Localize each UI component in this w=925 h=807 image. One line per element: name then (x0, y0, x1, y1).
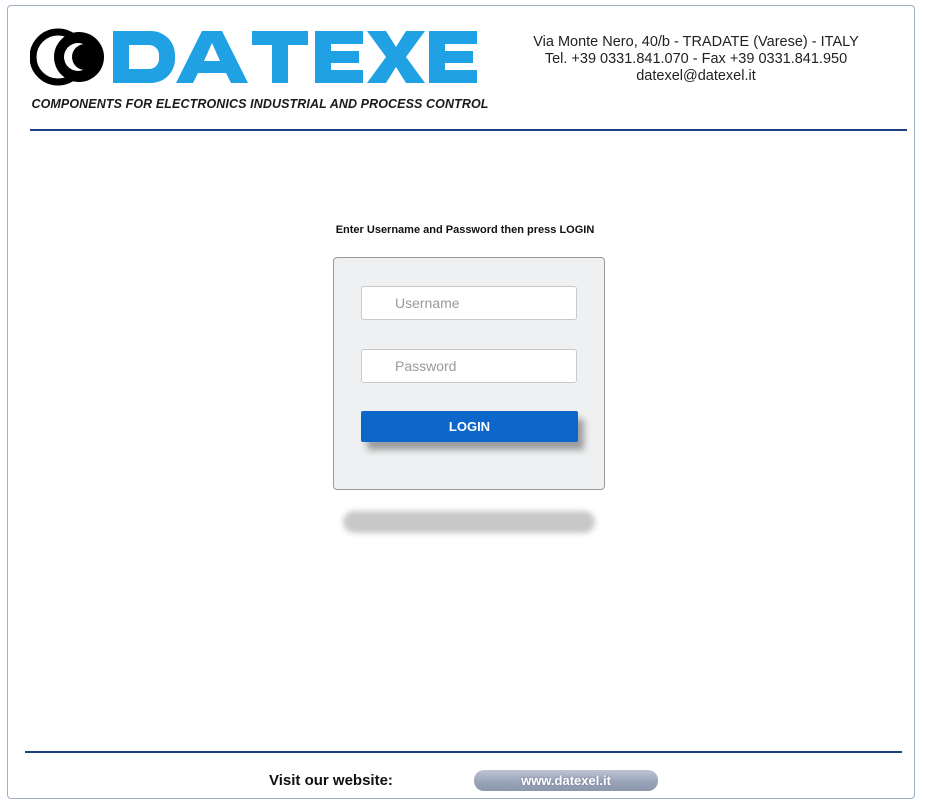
datexel-logo (29, 25, 482, 89)
username-input[interactable] (361, 286, 577, 320)
password-input[interactable] (361, 349, 577, 383)
visit-website-label: Visit our website: (269, 772, 393, 789)
login-instructions: Enter Username and Password then press L… (335, 224, 595, 236)
address-line: Via Monte Nero, 40/b - TRADATE (Varese) … (533, 34, 859, 50)
login-button[interactable]: LOGIN (361, 411, 578, 442)
contact-email: datexel@datexel.it (636, 68, 756, 84)
header-divider (30, 129, 907, 131)
contact-phone-fax: Tel. +39 0331.841.070 - Fax +39 0331.841… (544, 51, 848, 67)
footer-divider (25, 751, 902, 753)
company-tagline: COMPONENTS FOR ELECTRONICS INDUSTRIAL AN… (31, 97, 489, 111)
blurred-message-bar (343, 511, 595, 533)
company-address: Via Monte Nero, 40/b - TRADATE (Varese) … (500, 34, 892, 85)
login-panel: LOGIN (333, 257, 605, 490)
website-link-button[interactable]: www.datexel.it (474, 770, 658, 791)
